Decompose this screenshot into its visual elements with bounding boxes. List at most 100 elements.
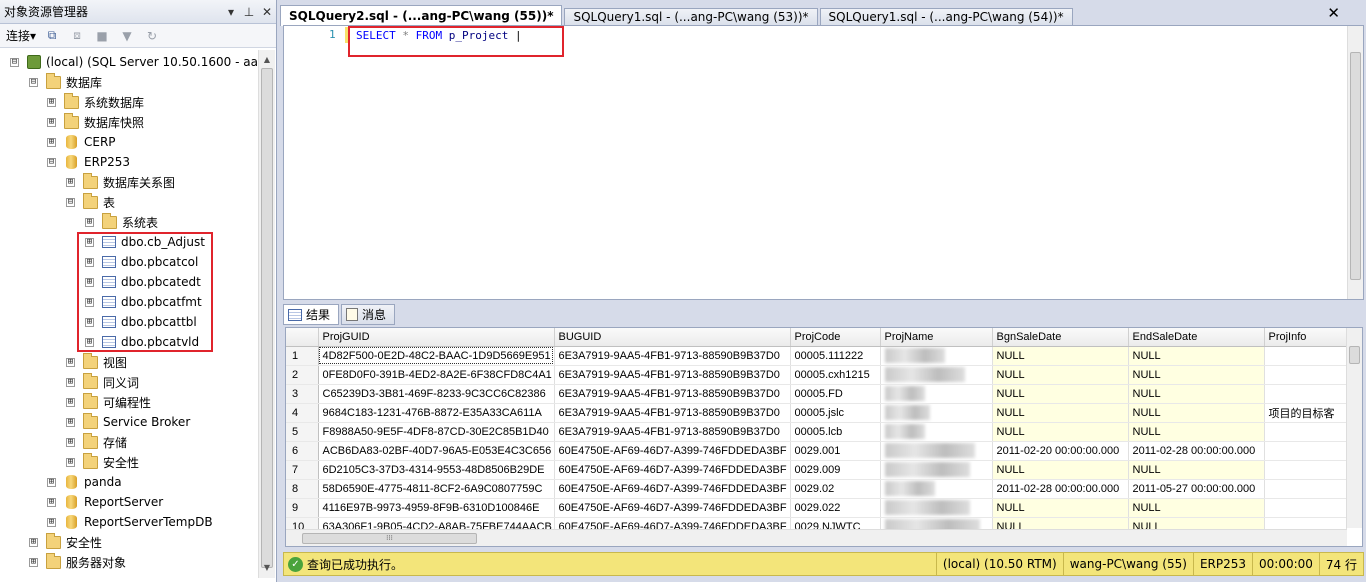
disconnect-icon[interactable]: ⧈ bbox=[68, 28, 86, 44]
cell[interactable]: 6E3A7919-9AA5-4FB1-9713-88590B9B37D0 bbox=[554, 384, 791, 404]
tree-node-security[interactable]: ⊞ 安全性 bbox=[29, 532, 102, 552]
tree-node-reportserver[interactable]: ⊞ ReportServer bbox=[47, 492, 163, 512]
cell-redacted[interactable] bbox=[880, 365, 993, 385]
tree-node-diagrams[interactable]: ⊞ 数据库关系图 bbox=[66, 172, 175, 192]
cell[interactable]: 0029.022 bbox=[790, 498, 881, 518]
filter-icon[interactable]: ▼ bbox=[118, 28, 136, 44]
editor-scrollbar[interactable] bbox=[1347, 26, 1363, 299]
cell[interactable]: NULL bbox=[1128, 365, 1265, 385]
tree-node-db-security[interactable]: ⊞ 安全性 bbox=[66, 452, 139, 472]
cell[interactable]: 00005.111222 bbox=[790, 346, 881, 366]
expand-icon[interactable]: ⊞ bbox=[66, 457, 75, 467]
cell[interactable]: NULL bbox=[1128, 346, 1265, 366]
cell[interactable]: 项目的目标客 bbox=[1264, 403, 1347, 423]
table-row[interactable]: 5 F8988A50-9E5F-4DF8-87CD-30E2C85B1D40 6… bbox=[286, 422, 1347, 442]
cell[interactable]: NULL bbox=[992, 460, 1129, 480]
expand-icon[interactable]: ⊞ bbox=[47, 117, 56, 127]
tree-node-database-snapshots[interactable]: ⊞ 数据库快照 bbox=[47, 112, 144, 132]
refresh-icon[interactable]: ↻ bbox=[143, 28, 161, 44]
tree-node-server-objects[interactable]: ⊞ 服务器对象 bbox=[29, 552, 126, 572]
expand-icon[interactable]: ⊞ bbox=[66, 177, 75, 187]
cell[interactable]: NULL bbox=[992, 365, 1129, 385]
table-row[interactable]: 1 4D82F500-0E2D-48C2-BAAC-1D9D5669E951 6… bbox=[286, 346, 1347, 366]
cell[interactable]: NULL bbox=[992, 422, 1129, 442]
tree-node-reportservertempdb[interactable]: ⊞ ReportServerTempDB bbox=[47, 512, 213, 532]
collapse-icon[interactable]: ⊟ bbox=[66, 197, 75, 207]
cell-redacted[interactable] bbox=[880, 498, 993, 518]
cell[interactable]: 6E3A7919-9AA5-4FB1-9713-88590B9B37D0 bbox=[554, 365, 791, 385]
expand-icon[interactable]: ⊞ bbox=[66, 357, 75, 367]
cell[interactable]: 00005.lcb bbox=[790, 422, 881, 442]
cell-redacted[interactable] bbox=[880, 384, 993, 404]
scroll-thumb[interactable]: ⁞⁞⁞ bbox=[302, 533, 477, 544]
tab-sqlquery1-53[interactable]: SQLQuery1.sql - (...ang-PC\wang (53))* bbox=[564, 8, 818, 26]
cell[interactable] bbox=[1264, 422, 1347, 442]
cell[interactable] bbox=[1264, 479, 1347, 499]
tab-sqlquery1-54[interactable]: SQLQuery1.sql - (...ang-PC\wang (54))* bbox=[819, 8, 1073, 26]
expand-icon[interactable]: ⊞ bbox=[85, 217, 94, 227]
cell[interactable] bbox=[1264, 346, 1347, 366]
cell[interactable] bbox=[1264, 441, 1347, 461]
cell[interactable]: 60E4750E-AF69-46D7-A399-746FDDEDA3BF bbox=[554, 441, 791, 461]
scroll-down-icon[interactable]: ▼ bbox=[259, 560, 275, 576]
tree-node-databases[interactable]: ⊟ 数据库 bbox=[29, 72, 102, 92]
cell[interactable]: 00005.jslc bbox=[790, 403, 881, 423]
cell[interactable]: 2011-05-27 00:00:00.000 bbox=[1128, 479, 1265, 499]
tree-node-system-tables[interactable]: ⊞ 系统表 bbox=[85, 212, 158, 232]
tree-node-tables[interactable]: ⊟ 表 bbox=[66, 192, 115, 212]
row-number[interactable]: 8 bbox=[286, 479, 319, 499]
scroll-thumb[interactable] bbox=[261, 68, 273, 568]
column-header[interactable] bbox=[286, 328, 319, 347]
column-header[interactable]: ProjName bbox=[880, 328, 993, 347]
collapse-icon[interactable]: ⊟ bbox=[47, 157, 56, 167]
row-number[interactable]: 7 bbox=[286, 460, 319, 480]
cell[interactable]: 60E4750E-AF69-46D7-A399-746FDDEDA3BF bbox=[554, 479, 791, 499]
expand-icon[interactable]: ⊞ bbox=[47, 137, 56, 147]
cell[interactable]: F8988A50-9E5F-4DF8-87CD-30E2C85B1D40 bbox=[318, 422, 555, 442]
collapse-icon[interactable]: ⊟ bbox=[10, 57, 19, 67]
expand-icon[interactable]: ⊞ bbox=[47, 97, 56, 107]
expand-icon[interactable]: ⊞ bbox=[66, 417, 75, 427]
tree-node-programmability[interactable]: ⊞ 可编程性 bbox=[66, 392, 151, 412]
row-number[interactable]: 1 bbox=[286, 346, 319, 366]
connect-object-icon[interactable]: ⧉ bbox=[43, 28, 61, 44]
panel-menu-icon[interactable]: ▾ bbox=[222, 5, 240, 19]
cell[interactable]: 0FE8D0F0-391B-4ED2-8A2E-6F38CFD8C4A1 bbox=[318, 365, 555, 385]
cell[interactable]: NULL bbox=[1128, 384, 1265, 404]
cell[interactable]: 0029.02 bbox=[790, 479, 881, 499]
pin-icon[interactable]: ⊥ bbox=[240, 5, 258, 19]
tab-messages[interactable]: 消息 bbox=[341, 304, 396, 325]
cell[interactable]: NULL bbox=[1128, 460, 1265, 480]
cell[interactable] bbox=[1264, 384, 1347, 404]
cell[interactable]: 6D2105C3-37D3-4314-9553-48D8506B29DE bbox=[318, 460, 555, 480]
tree-node-synonyms[interactable]: ⊞ 同义词 bbox=[66, 372, 139, 392]
tree-node-panda[interactable]: ⊞ panda bbox=[47, 472, 122, 492]
cell-redacted[interactable] bbox=[880, 441, 993, 461]
cell[interactable]: C65239D3-3B81-469F-8233-9C3CC6C82386 bbox=[318, 384, 555, 404]
column-header[interactable]: BgnSaleDate bbox=[992, 328, 1129, 347]
table-row[interactable]: 4 9684C183-1231-476B-8872-E35A33CA611A 6… bbox=[286, 403, 1347, 423]
column-header[interactable]: ProjCode bbox=[790, 328, 881, 347]
table-row[interactable]: 8 58D6590E-4775-4811-8CF2-6A9C0807759C 6… bbox=[286, 479, 1347, 499]
cell[interactable]: 4116E97B-9973-4959-8F9B-6310D100846E bbox=[318, 498, 555, 518]
cell[interactable]: 6E3A7919-9AA5-4FB1-9713-88590B9B37D0 bbox=[554, 403, 791, 423]
expand-icon[interactable]: ⊞ bbox=[29, 557, 38, 567]
cell[interactable] bbox=[1264, 498, 1347, 518]
table-row[interactable]: 6 ACB6DA83-02BF-40D7-96A5-E053E4C3C656 6… bbox=[286, 441, 1347, 461]
grid-vertical-scrollbar[interactable] bbox=[1346, 328, 1362, 528]
scroll-up-icon[interactable]: ▲ bbox=[259, 52, 275, 68]
expand-icon[interactable]: ⊞ bbox=[47, 477, 56, 487]
cell-redacted[interactable] bbox=[880, 479, 993, 499]
close-tab-icon[interactable]: ✕ bbox=[1327, 4, 1340, 22]
cell[interactable]: 6E3A7919-9AA5-4FB1-9713-88590B9B37D0 bbox=[554, 346, 791, 366]
column-header[interactable]: BUGUID bbox=[554, 328, 791, 347]
table-row[interactable]: 9 4116E97B-9973-4959-8F9B-6310D100846E 6… bbox=[286, 498, 1347, 518]
cell[interactable]: 0029.001 bbox=[790, 441, 881, 461]
cell[interactable]: NULL bbox=[992, 403, 1129, 423]
cell[interactable]: 2011-02-28 00:00:00.000 bbox=[992, 479, 1129, 499]
cell[interactable]: 4D82F500-0E2D-48C2-BAAC-1D9D5669E951 bbox=[318, 346, 555, 366]
row-number[interactable]: 5 bbox=[286, 422, 319, 442]
tree-node-service-broker[interactable]: ⊞ Service Broker bbox=[66, 412, 190, 432]
tab-sqlquery2[interactable]: SQLQuery2.sql - (...ang-PC\wang (55))* bbox=[280, 5, 563, 26]
tab-results[interactable]: 结果 bbox=[283, 304, 340, 325]
